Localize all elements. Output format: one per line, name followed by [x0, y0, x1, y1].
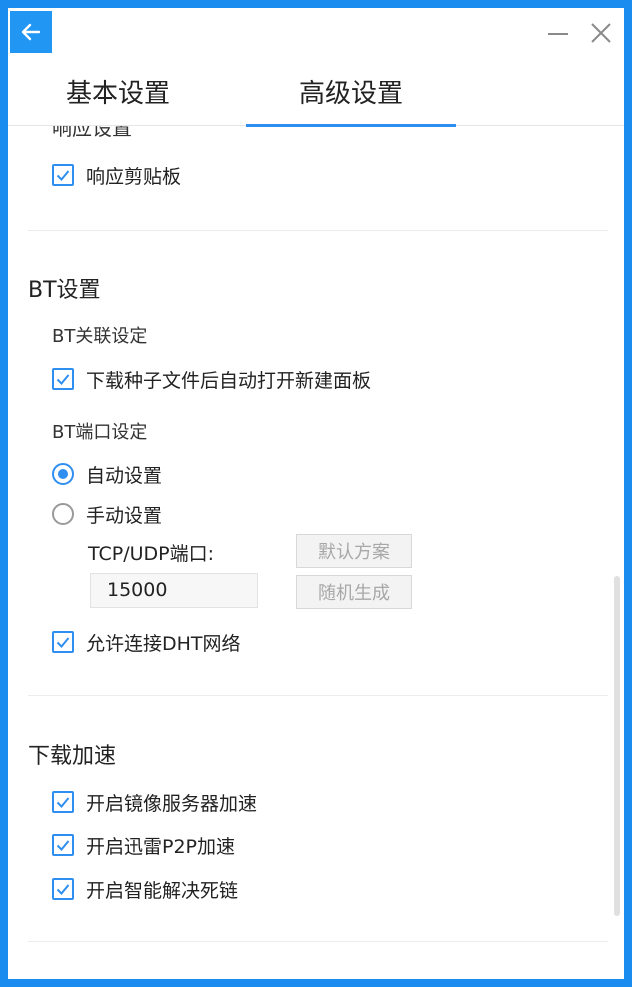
- active-tab-indicator: [246, 124, 456, 127]
- close-icon: [591, 23, 611, 43]
- check-icon: [56, 374, 70, 385]
- back-button[interactable]: [10, 11, 52, 53]
- dht-label: 允许连接DHT网络: [86, 632, 241, 655]
- bt-assoc-title: BT关联设定: [52, 326, 148, 347]
- check-icon: [56, 170, 70, 181]
- minimize-button[interactable]: [543, 18, 573, 48]
- tab-advanced-label: 高级设置: [298, 78, 403, 109]
- check-icon: [56, 637, 70, 648]
- bt-port-title: BT端口设定: [52, 422, 148, 443]
- port-input[interactable]: 15000: [90, 573, 258, 608]
- settings-window: 基本设置 高级设置 响应设置 响应剪贴板 BT设置 BT关联设定 下载种子文件后…: [8, 8, 624, 979]
- auto-open-panel-checkbox[interactable]: 下载种子文件后自动打开新建面板: [52, 365, 371, 393]
- mirror-accel-checkbox[interactable]: 开启镜像服务器加速: [52, 788, 257, 816]
- dht-checkbox[interactable]: 允许连接DHT网络: [52, 628, 241, 656]
- port-label: TCP/UDP端口:: [88, 543, 215, 565]
- settings-tabs: 基本设置 高级设置: [8, 56, 624, 127]
- p2p-accel-label: 开启迅雷P2P加速: [86, 835, 236, 858]
- deadlink-label: 开启智能解决死链: [86, 879, 239, 902]
- respond-clipboard-label: 响应剪贴板: [86, 165, 182, 188]
- divider: [28, 941, 608, 942]
- p2p-accel-checkbox[interactable]: 开启迅雷P2P加速: [52, 831, 235, 859]
- tab-advanced-settings[interactable]: 高级设置: [246, 56, 456, 127]
- divider: [28, 695, 608, 696]
- clipboard-section-title: 响应设置: [52, 126, 132, 140]
- deadlink-checkbox[interactable]: 开启智能解决死链: [52, 875, 238, 903]
- divider: [28, 230, 608, 231]
- respond-clipboard-checkbox[interactable]: 响应剪贴板: [52, 161, 181, 189]
- default-scheme-button[interactable]: 默认方案: [296, 534, 412, 568]
- mirror-accel-label: 开启镜像服务器加速: [86, 792, 258, 815]
- random-generate-button[interactable]: 随机生成: [296, 575, 412, 609]
- manual-setting-radio[interactable]: 手动设置: [52, 500, 162, 528]
- settings-content[interactable]: 响应设置 响应剪贴板 BT设置 BT关联设定 下载种子文件后自动打开新建面板 B…: [8, 126, 624, 979]
- tab-basic-label: 基本设置: [65, 78, 170, 109]
- check-icon: [56, 840, 70, 851]
- auto-setting-radio[interactable]: 自动设置: [52, 460, 162, 488]
- scrollbar[interactable]: [614, 576, 620, 916]
- close-button[interactable]: [586, 18, 616, 48]
- check-icon: [56, 797, 70, 808]
- accel-section-title: 下载加速: [28, 744, 117, 769]
- tab-basic-settings[interactable]: 基本设置: [8, 56, 228, 126]
- manual-setting-label: 手动设置: [86, 504, 163, 527]
- minimize-icon: [548, 33, 568, 35]
- auto-setting-label: 自动设置: [86, 464, 163, 487]
- arrow-left-icon: [21, 23, 41, 41]
- bt-section-title: BT设置: [28, 278, 101, 303]
- auto-open-panel-label: 下载种子文件后自动打开新建面板: [86, 369, 372, 392]
- check-icon: [56, 884, 70, 895]
